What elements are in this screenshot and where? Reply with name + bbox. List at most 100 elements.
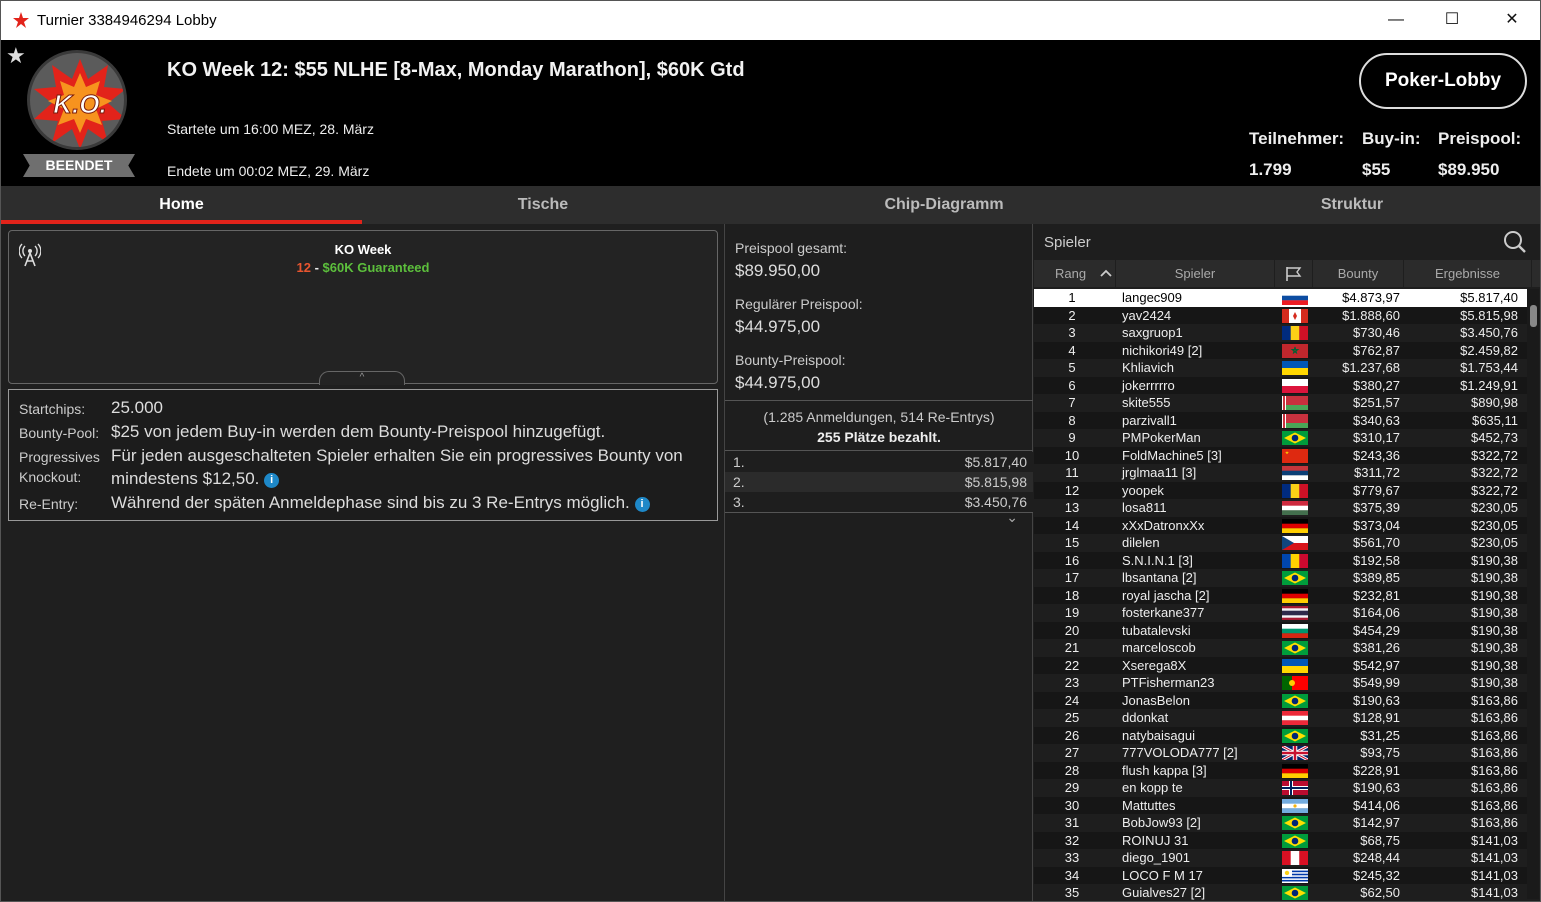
tab-tische[interactable]: Tische	[362, 186, 724, 224]
player-name-cell: saxgruop1	[1122, 325, 1183, 340]
rank-cell: 35	[1064, 885, 1080, 900]
rank-cell: 12	[1064, 482, 1080, 498]
column-result[interactable]: Ergebnisse	[1404, 260, 1532, 287]
info-value: 25.000	[111, 398, 163, 417]
table-row[interactable]: 28 flush kappa [3] $228,91 $163,86	[1034, 761, 1529, 779]
bounty-cell: $128,91	[1353, 710, 1400, 725]
table-row[interactable]: 1 langec909 $4.873,97 $5.817,40	[1034, 289, 1529, 307]
rank-cell: 9	[1068, 430, 1076, 445]
result-cell: $1.249,91	[1460, 377, 1518, 393]
result-cell: $452,73	[1471, 430, 1518, 445]
result-cell: $635,11	[1471, 412, 1518, 428]
collapse-toggle[interactable]: ^	[319, 371, 405, 385]
scrollbar[interactable]	[1527, 289, 1539, 899]
regular-prizepool-value: $44.975,00	[735, 317, 821, 336]
player-search-input[interactable]: Spieler	[1044, 234, 1091, 251]
column-rank[interactable]: Rang	[1034, 260, 1116, 287]
table-row[interactable]: 31 BobJow93 [2] $142,97 $163,86	[1034, 814, 1529, 832]
info-icon[interactable]: i	[264, 473, 280, 488]
tab-home[interactable]: Home	[1, 186, 362, 224]
column-bounty[interactable]: Bounty	[1313, 260, 1404, 287]
table-row[interactable]: 23 PTFisherman23 $549,99 $190,38	[1034, 674, 1529, 692]
table-row[interactable]: 10 FoldMachine5 [3] $243,36 $322,72	[1034, 446, 1529, 464]
table-row[interactable]: 2 yav2424 $1.888,60 $5.815,98	[1034, 306, 1529, 324]
table-row[interactable]: 27 777VOLODA777 [2] $93,75 $163,86	[1034, 744, 1529, 762]
table-row[interactable]: 22 Xserega8X $542,97 $190,38	[1034, 656, 1529, 674]
result-cell: $322,72	[1471, 465, 1518, 480]
bounty-cell: $248,44	[1353, 850, 1400, 865]
table-row[interactable]: 8 parzivall1 $340,63 $635,11	[1034, 411, 1529, 429]
table-row[interactable]: 6 jokerrrrro $380,27 $1.249,91	[1034, 376, 1529, 394]
table-row[interactable]: 34 LOCO F M 17 $245,32 $141,03	[1034, 866, 1529, 884]
payout-row: 2. $5.815,98	[725, 472, 1033, 492]
payout-amount: $5.817,40	[964, 454, 1027, 470]
table-row[interactable]: 11 jrglmaa11 [3] $311,72 $322,72	[1034, 464, 1529, 482]
result-cell: $322,72	[1471, 447, 1518, 463]
result-cell: $190,38	[1471, 605, 1518, 620]
country-flag-icon	[1282, 711, 1308, 725]
close-button[interactable]: ✕	[1484, 1, 1540, 40]
table-row[interactable]: 26 natybaisagui $31,25 $163,86	[1034, 726, 1529, 744]
bounty-cell: $243,36	[1353, 447, 1400, 463]
tab-bar: Home Tische Chip-Diagramm Struktur	[1, 186, 1540, 224]
poker-lobby-button[interactable]: Poker-Lobby	[1359, 53, 1527, 109]
bounty-cell: $228,91	[1353, 762, 1400, 778]
table-row[interactable]: 16 S.N.I.N.1 [3] $192,58 $190,38	[1034, 551, 1529, 569]
country-flag-icon	[1282, 326, 1308, 340]
country-flag-icon	[1282, 606, 1308, 620]
table-row[interactable]: 17 lbsantana [2] $389,85 $190,38	[1034, 569, 1529, 587]
guarantee-text: $60K Guaranteed	[322, 260, 430, 275]
country-flag-icon	[1282, 641, 1308, 655]
country-flag-icon	[1282, 868, 1308, 883]
table-row[interactable]: 14 xXxDatronxXx $373,04 $230,05	[1034, 516, 1529, 534]
favorite-star-icon[interactable]: ★	[6, 43, 26, 69]
lobby-window: Turnier 3384946294 Lobby — ☐ ✕ ★ K.O. BE…	[0, 0, 1541, 902]
table-row[interactable]: 25 ddonkat $128,91 $163,86	[1034, 709, 1529, 727]
rank-cell: 20	[1064, 622, 1080, 638]
table-row[interactable]: 7 skite555 $251,57 $890,98	[1034, 394, 1529, 412]
table-row[interactable]: 24 JonasBelon $190,63 $163,86	[1034, 691, 1529, 709]
scrollbar-thumb[interactable]	[1530, 305, 1537, 327]
maximize-button[interactable]: ☐	[1424, 1, 1480, 40]
bounty-cell: $190,63	[1353, 692, 1400, 708]
info-icon[interactable]: i	[634, 497, 650, 512]
rank-cell: 2	[1068, 307, 1076, 323]
bounty-cell: $561,70	[1353, 535, 1400, 550]
table-row[interactable]: 19 fosterkane377 $164,06 $190,38	[1034, 604, 1529, 622]
table-row[interactable]: 9 PMPokerMan $310,17 $452,73	[1034, 429, 1529, 447]
table-row[interactable]: 4 nichikori49 [2] $762,87 $2.459,82	[1034, 341, 1529, 359]
table-row[interactable]: 35 Guialves27 [2] $62,50 $141,03	[1034, 884, 1529, 902]
tab-chip-diagramm[interactable]: Chip-Diagramm	[724, 186, 1164, 224]
table-row[interactable]: 30 Mattuttes $414,06 $163,86	[1034, 796, 1529, 814]
table-row[interactable]: 29 en kopp te $190,63 $163,86	[1034, 779, 1529, 797]
player-name-cell: yav2424	[1122, 307, 1172, 323]
bounty-cell: $380,27	[1353, 377, 1400, 393]
rank-cell: 7	[1068, 395, 1076, 410]
player-name-cell: PTFisherman23	[1122, 675, 1215, 690]
info-label: Progressives Knockout:	[19, 449, 100, 485]
table-row[interactable]: 15 dilelen $561,70 $230,05	[1034, 534, 1529, 552]
search-icon[interactable]	[1503, 230, 1527, 254]
table-row[interactable]: 3 saxgruop1 $730,46 $3.450,76	[1034, 324, 1529, 342]
info-value: Während der späten Anmeldephase sind bis…	[111, 491, 707, 514]
minimize-button[interactable]: —	[1368, 1, 1424, 40]
expand-payouts-icon[interactable]: ⌄	[1006, 509, 1018, 526]
table-row[interactable]: 18 royal jascha [2] $232,81 $190,38	[1034, 586, 1529, 604]
table-row[interactable]: 5 Khliavich $1.237,68 $1.753,44	[1034, 359, 1529, 377]
country-flag-icon	[1282, 448, 1308, 463]
column-country[interactable]	[1275, 260, 1313, 287]
rank-cell: 18	[1064, 587, 1080, 603]
table-row[interactable]: 21 marceloscob $381,26 $190,38	[1034, 639, 1529, 657]
column-player[interactable]: Spieler	[1116, 260, 1275, 287]
bounty-cell: $414,06	[1353, 797, 1400, 813]
rank-cell: 6	[1068, 377, 1076, 393]
tab-struktur[interactable]: Struktur	[1164, 186, 1540, 224]
country-flag-icon	[1282, 291, 1308, 305]
table-row[interactable]: 12 yoopek $779,67 $322,72	[1034, 481, 1529, 499]
table-row[interactable]: 13 losa811 $375,39 $230,05	[1034, 499, 1529, 517]
table-row[interactable]: 33 diego_1901 $248,44 $141,03	[1034, 849, 1529, 867]
participants-label: Teilnehmer:	[1249, 129, 1345, 148]
table-row[interactable]: 32 ROINUJ 31 $68,75 $141,03	[1034, 831, 1529, 849]
table-row[interactable]: 20 tubatalevski $454,29 $190,38	[1034, 621, 1529, 639]
player-name-cell: S.N.I.N.1 [3]	[1122, 552, 1193, 568]
